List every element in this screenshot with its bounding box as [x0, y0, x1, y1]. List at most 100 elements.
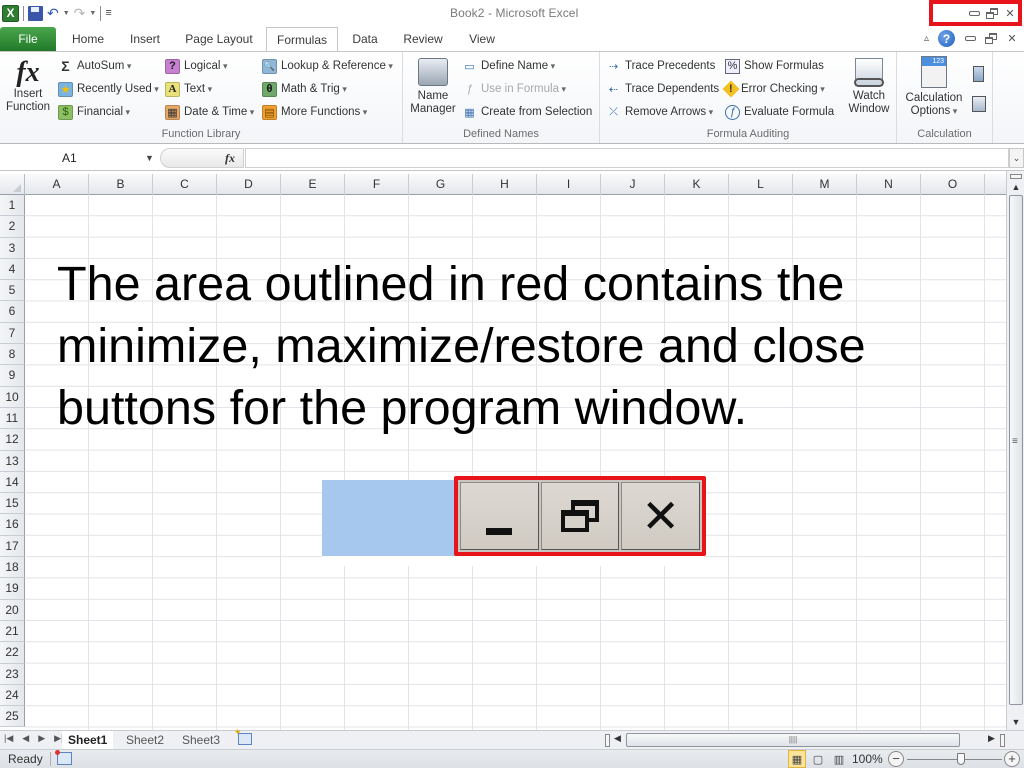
column-header[interactable]: G — [409, 174, 473, 195]
redo-dropdown-icon[interactable]: ▼ — [89, 10, 96, 17]
formula-input[interactable] — [245, 148, 1009, 168]
zoom-in-icon[interactable]: + — [1004, 751, 1020, 767]
tab-page-layout[interactable]: Page Layout — [178, 27, 260, 51]
column-header[interactable]: I — [537, 174, 601, 195]
sheet-tab-sheet2[interactable]: Sheet2 — [120, 731, 170, 749]
show-formulas-button[interactable]: % Show Formulas — [725, 56, 824, 76]
column-header[interactable]: O — [921, 174, 985, 195]
text-button[interactable]: A Text — [165, 79, 212, 99]
tab-formulas[interactable]: Formulas — [266, 27, 338, 52]
more-functions-button[interactable]: ▤ More Functions — [262, 102, 367, 122]
close-button[interactable]: ✕ — [1004, 7, 1016, 20]
row-header[interactable]: 7 — [0, 322, 25, 345]
lookup-reference-button[interactable]: 🔍 Lookup & Reference — [262, 56, 393, 76]
watch-window-button[interactable]: Watch Window — [844, 58, 894, 116]
row-header[interactable]: 1 — [0, 195, 25, 217]
tab-data[interactable]: Data — [343, 27, 387, 51]
redo-icon[interactable]: ↷ — [74, 6, 86, 20]
row-header[interactable]: 15 — [0, 493, 25, 515]
column-header[interactable]: H — [473, 174, 537, 195]
scroll-left-icon[interactable]: ◀ — [614, 733, 621, 744]
sheet-tab-sheet3[interactable]: Sheet3 — [176, 731, 226, 749]
row-header[interactable]: 2 — [0, 216, 25, 238]
page-layout-view-icon[interactable]: ▢ — [809, 750, 827, 768]
insert-function-icon[interactable]: fx — [225, 149, 235, 167]
math-trig-button[interactable]: θ Math & Trig — [262, 79, 347, 99]
row-header[interactable]: 12 — [0, 429, 25, 451]
create-from-selection-button[interactable]: ▦ Create from Selection — [462, 102, 592, 122]
scroll-right-icon[interactable]: ▶ — [988, 733, 995, 744]
define-name-button[interactable]: ▭ Define Name — [462, 56, 555, 76]
row-header[interactable]: 20 — [0, 599, 25, 621]
help-icon[interactable]: ? — [938, 30, 955, 47]
row-header[interactable]: 13 — [0, 450, 25, 472]
autosum-button[interactable]: Σ AutoSum — [58, 56, 131, 76]
calculation-options-button[interactable]: 123 Calculation Options — [903, 56, 965, 118]
tab-insert[interactable]: Insert — [120, 27, 170, 51]
undo-icon[interactable]: ↶ — [47, 6, 59, 20]
undo-dropdown-icon[interactable]: ▼ — [63, 10, 70, 17]
workbook-restore-button[interactable] — [985, 33, 997, 45]
remove-arrows-button[interactable]: ⤫ Remove Arrows — [606, 102, 713, 122]
row-header[interactable]: 10 — [0, 386, 25, 408]
page-break-view-icon[interactable]: ▥ — [830, 750, 848, 768]
trace-dependents-button[interactable]: ⇠ Trace Dependents — [606, 79, 719, 99]
column-header[interactable]: C — [153, 174, 217, 195]
scroll-down-icon[interactable]: ▼ — [1007, 716, 1024, 728]
zoom-slider-thumb[interactable] — [956, 753, 965, 765]
row-header[interactable]: 11 — [0, 407, 25, 430]
column-header[interactable]: M — [793, 174, 857, 195]
evaluate-formula-button[interactable]: ƒ Evaluate Formula — [725, 102, 834, 122]
customize-icon[interactable]: ≡ — [105, 7, 111, 19]
vertical-scroll-thumb[interactable] — [1009, 195, 1023, 705]
row-header[interactable]: 17 — [0, 535, 25, 558]
expand-formula-bar-icon[interactable]: ⌄ — [1009, 148, 1024, 168]
zoom-slider[interactable] — [907, 759, 1002, 760]
tab-file[interactable]: File — [0, 27, 56, 51]
row-header[interactable]: 18 — [0, 557, 25, 579]
row-header[interactable]: 3 — [0, 237, 25, 259]
tab-home[interactable]: Home — [63, 27, 113, 51]
column-header[interactable]: A — [25, 174, 89, 195]
row-header[interactable]: 22 — [0, 642, 25, 664]
next-sheet-icon[interactable]: ▶ — [38, 733, 45, 744]
save-icon[interactable] — [28, 5, 43, 21]
calculate-sheet-button[interactable] — [972, 96, 986, 112]
horizontal-scroll-thumb[interactable]: |||| — [626, 733, 960, 747]
column-header[interactable]: N — [857, 174, 921, 195]
row-header[interactable]: 4 — [0, 258, 25, 281]
zoom-level[interactable]: 100% — [852, 752, 883, 766]
column-header[interactable]: B — [89, 174, 153, 195]
row-header[interactable]: 9 — [0, 365, 25, 387]
split-handle[interactable] — [1010, 174, 1022, 179]
recently-used-button[interactable]: ★ Recently Used — [58, 79, 159, 99]
tab-review[interactable]: Review — [398, 27, 448, 51]
excel-icon[interactable]: X — [2, 4, 19, 22]
restore-button[interactable] — [986, 7, 998, 19]
row-header[interactable]: 14 — [0, 471, 25, 494]
name-box[interactable]: A1 — [0, 148, 160, 168]
row-header[interactable]: 19 — [0, 578, 25, 600]
logical-button[interactable]: ? Logical — [165, 56, 227, 76]
row-header[interactable]: 23 — [0, 663, 25, 685]
column-header[interactable]: F — [345, 174, 409, 195]
minimize-button[interactable] — [968, 7, 980, 19]
first-sheet-icon[interactable]: |◀ — [4, 733, 13, 744]
row-header[interactable]: 6 — [0, 301, 25, 323]
row-header[interactable]: 21 — [0, 620, 25, 643]
row-header[interactable]: 25 — [0, 706, 25, 728]
financial-button[interactable]: $ Financial — [58, 102, 130, 122]
row-header[interactable]: 16 — [0, 514, 25, 536]
row-header[interactable]: 8 — [0, 344, 25, 366]
sheet-tab-sheet1[interactable]: Sheet1 — [62, 731, 114, 749]
column-header[interactable]: K — [665, 174, 729, 195]
calculate-now-button[interactable] — [973, 66, 984, 82]
workbook-close-button[interactable]: ✕ — [1006, 33, 1018, 45]
normal-view-icon[interactable]: ▦ — [788, 750, 806, 768]
zoom-out-icon[interactable]: − — [888, 751, 904, 767]
name-box-dropdown-icon[interactable]: ▼ — [145, 148, 154, 168]
record-macro-icon[interactable] — [55, 750, 72, 765]
scroll-up-icon[interactable]: ▲ — [1007, 181, 1024, 193]
insert-function-button[interactable]: fx Insert Function — [4, 58, 52, 114]
split-handle[interactable] — [1000, 734, 1005, 747]
